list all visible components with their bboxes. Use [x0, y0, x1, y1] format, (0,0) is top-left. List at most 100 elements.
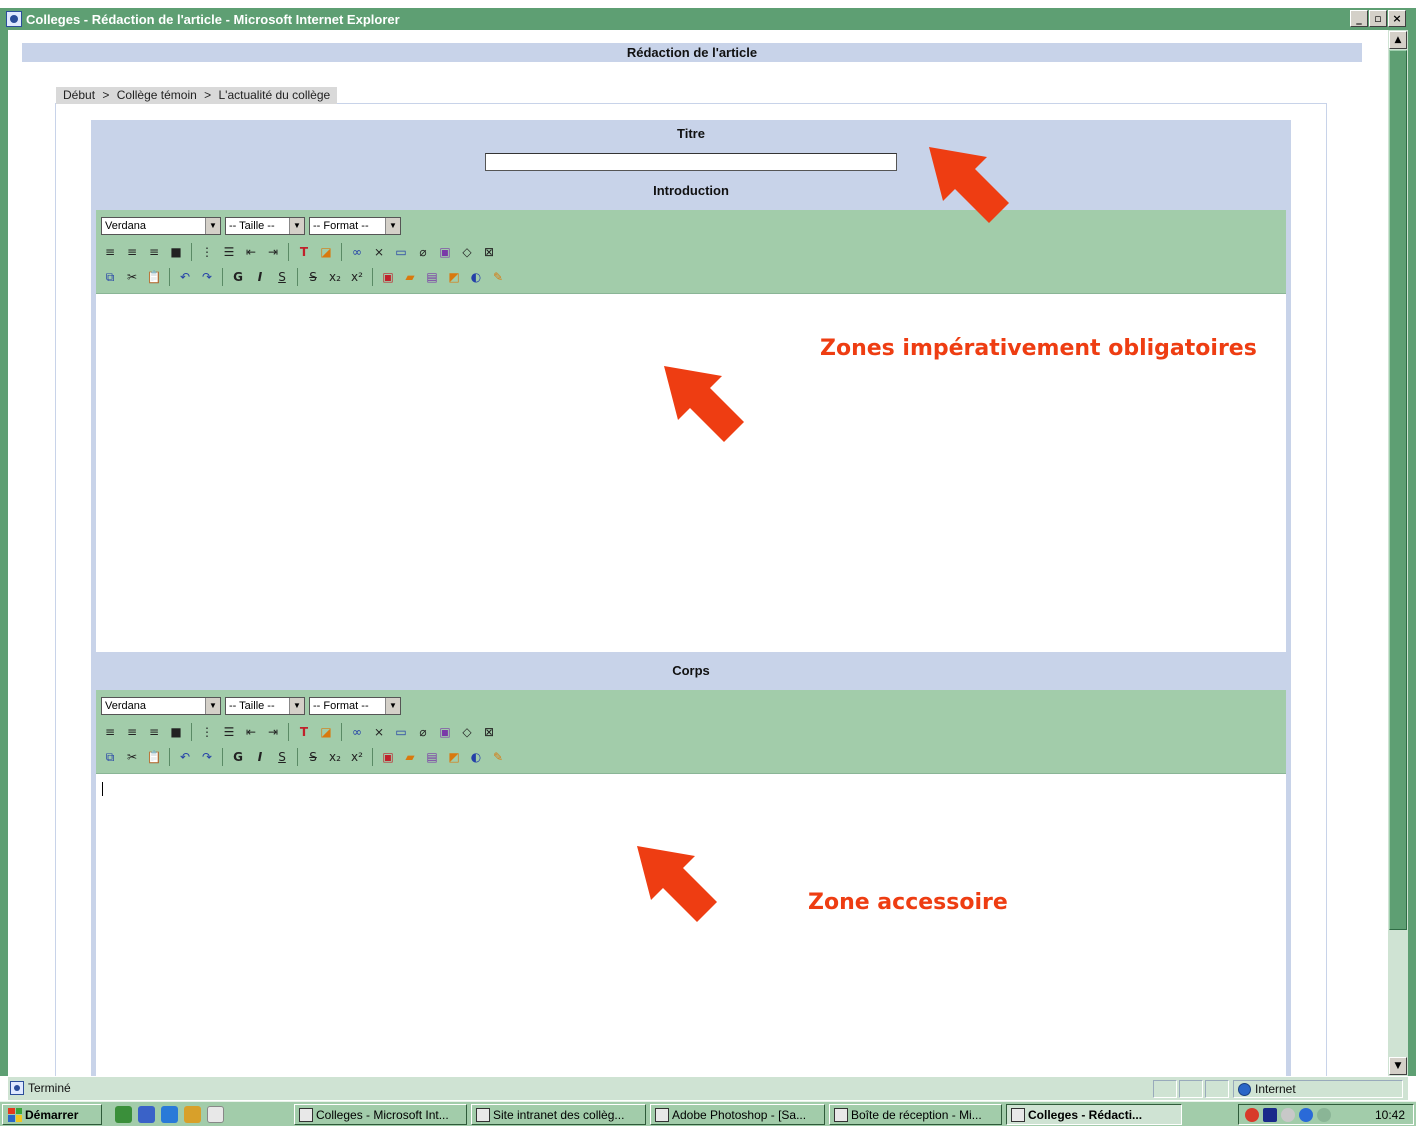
- outlook-icon[interactable]: [138, 1106, 155, 1123]
- outdent-icon[interactable]: ⇤: [242, 723, 260, 741]
- background-color-icon[interactable]: ◪: [317, 723, 335, 741]
- breadcrumb-item-college[interactable]: Collège témoin: [117, 88, 197, 102]
- align-left-icon[interactable]: ≡: [101, 243, 119, 261]
- font-select[interactable]: Verdana ▼: [101, 217, 221, 235]
- antivirus-icon[interactable]: [1245, 1107, 1259, 1122]
- strikethrough-icon[interactable]: S: [304, 268, 322, 286]
- copy-icon[interactable]: ⧉: [101, 268, 119, 286]
- clock-icon[interactable]: [207, 1106, 224, 1123]
- media-icon[interactable]: ▤: [423, 268, 441, 286]
- network-icon[interactable]: [1263, 1107, 1277, 1122]
- start-button[interactable]: Démarrer: [2, 1104, 102, 1125]
- align-center-icon[interactable]: ≡: [123, 243, 141, 261]
- media-icon[interactable]: ▤: [423, 748, 441, 766]
- italic-icon[interactable]: I: [251, 268, 269, 286]
- cut-icon[interactable]: ✂: [123, 268, 141, 286]
- unordered-list-icon[interactable]: ☰: [220, 723, 238, 741]
- size-select[interactable]: -- Taille -- ▼: [225, 217, 305, 235]
- undo-icon[interactable]: ↶: [176, 268, 194, 286]
- table-icon[interactable]: ▭: [392, 243, 410, 261]
- source-code-icon[interactable]: ◇: [458, 723, 476, 741]
- table-icon[interactable]: ▭: [392, 723, 410, 741]
- internet-explorer-icon[interactable]: [161, 1106, 178, 1123]
- underline-icon[interactable]: S: [273, 268, 291, 286]
- redo-icon[interactable]: ↷: [198, 268, 216, 286]
- insert-image-icon[interactable]: ▣: [379, 748, 397, 766]
- scroll-down-button[interactable]: ▼: [1389, 1057, 1407, 1075]
- update-icon[interactable]: [1317, 1107, 1331, 1122]
- document-icon[interactable]: ◩: [445, 268, 463, 286]
- superscript-icon[interactable]: x²: [348, 748, 366, 766]
- copy-icon[interactable]: ⧉: [101, 748, 119, 766]
- bold-icon[interactable]: G: [229, 268, 247, 286]
- align-right-icon[interactable]: ≡: [145, 723, 163, 741]
- fullscreen-icon[interactable]: ⊠: [480, 243, 498, 261]
- eraser-icon[interactable]: ⌀: [414, 243, 432, 261]
- media-player-icon[interactable]: [184, 1106, 201, 1123]
- undo-icon[interactable]: ↶: [176, 748, 194, 766]
- align-right-icon[interactable]: ≡: [145, 243, 163, 261]
- breadcrumb-item-actualite[interactable]: L'actualité du collège: [218, 88, 330, 102]
- subscript-icon[interactable]: x₂: [326, 748, 344, 766]
- eraser-icon[interactable]: ⌀: [414, 723, 432, 741]
- image-icon[interactable]: ▣: [436, 723, 454, 741]
- ordered-list-icon[interactable]: ⋮: [198, 723, 216, 741]
- font-select[interactable]: Verdana ▼: [101, 697, 221, 715]
- attachment-icon[interactable]: ✎: [489, 268, 507, 286]
- align-center-icon[interactable]: ≡: [123, 723, 141, 741]
- desktop-icon[interactable]: [115, 1106, 132, 1123]
- paste-icon[interactable]: 📋: [145, 268, 163, 286]
- fullscreen-icon[interactable]: ⊠: [480, 723, 498, 741]
- image-icon[interactable]: ▣: [436, 243, 454, 261]
- insert-image-icon[interactable]: ▣: [379, 268, 397, 286]
- text-color-icon[interactable]: T: [295, 243, 313, 261]
- close-button[interactable]: ×: [1388, 10, 1406, 27]
- task-button[interactable]: Site intranet des collèg...: [471, 1104, 646, 1125]
- subscript-icon[interactable]: x₂: [326, 268, 344, 286]
- text-color-icon[interactable]: T: [295, 723, 313, 741]
- cut-icon[interactable]: ✂: [123, 748, 141, 766]
- unordered-list-icon[interactable]: ☰: [220, 243, 238, 261]
- folder-icon[interactable]: ▰: [401, 268, 419, 286]
- folder-icon[interactable]: ▰: [401, 748, 419, 766]
- scroll-thumb[interactable]: [1389, 50, 1407, 930]
- maximize-button[interactable]: ▫: [1369, 10, 1387, 27]
- messenger-icon[interactable]: [1299, 1107, 1313, 1122]
- outdent-icon[interactable]: ⇤: [242, 243, 260, 261]
- titre-input[interactable]: [485, 153, 897, 171]
- task-button[interactable]: Colleges - Microsoft Int...: [294, 1104, 467, 1125]
- task-button[interactable]: Adobe Photoshop - [Sa...: [650, 1104, 825, 1125]
- justify-icon[interactable]: ■: [167, 723, 185, 741]
- indent-icon[interactable]: ⇥: [264, 723, 282, 741]
- bold-icon[interactable]: G: [229, 748, 247, 766]
- task-button-active[interactable]: Colleges - Rédacti...: [1006, 1104, 1182, 1125]
- align-left-icon[interactable]: ≡: [101, 723, 119, 741]
- vertical-scrollbar[interactable]: ▲ ▼: [1388, 30, 1408, 1076]
- source-code-icon[interactable]: ◇: [458, 243, 476, 261]
- format-select[interactable]: -- Format -- ▼: [309, 697, 401, 715]
- task-button[interactable]: Boîte de réception - Mi...: [829, 1104, 1002, 1125]
- format-select[interactable]: -- Format -- ▼: [309, 217, 401, 235]
- attachment-icon[interactable]: ✎: [489, 748, 507, 766]
- volume-icon[interactable]: [1281, 1107, 1295, 1122]
- italic-icon[interactable]: I: [251, 748, 269, 766]
- link-icon[interactable]: ∞: [348, 723, 366, 741]
- strikethrough-icon[interactable]: S: [304, 748, 322, 766]
- paste-icon[interactable]: 📋: [145, 748, 163, 766]
- breadcrumb-item-debut[interactable]: Début: [63, 88, 95, 102]
- ordered-list-icon[interactable]: ⋮: [198, 243, 216, 261]
- underline-icon[interactable]: S: [273, 748, 291, 766]
- gallery-icon[interactable]: ◐: [467, 748, 485, 766]
- minimize-button[interactable]: _: [1350, 10, 1368, 27]
- scroll-up-button[interactable]: ▲: [1389, 31, 1407, 49]
- indent-icon[interactable]: ⇥: [264, 243, 282, 261]
- unlink-icon[interactable]: ⨯: [370, 243, 388, 261]
- unlink-icon[interactable]: ⨯: [370, 723, 388, 741]
- background-color-icon[interactable]: ◪: [317, 243, 335, 261]
- link-icon[interactable]: ∞: [348, 243, 366, 261]
- gallery-icon[interactable]: ◐: [467, 268, 485, 286]
- redo-icon[interactable]: ↷: [198, 748, 216, 766]
- document-icon[interactable]: ◩: [445, 748, 463, 766]
- superscript-icon[interactable]: x²: [348, 268, 366, 286]
- size-select[interactable]: -- Taille -- ▼: [225, 697, 305, 715]
